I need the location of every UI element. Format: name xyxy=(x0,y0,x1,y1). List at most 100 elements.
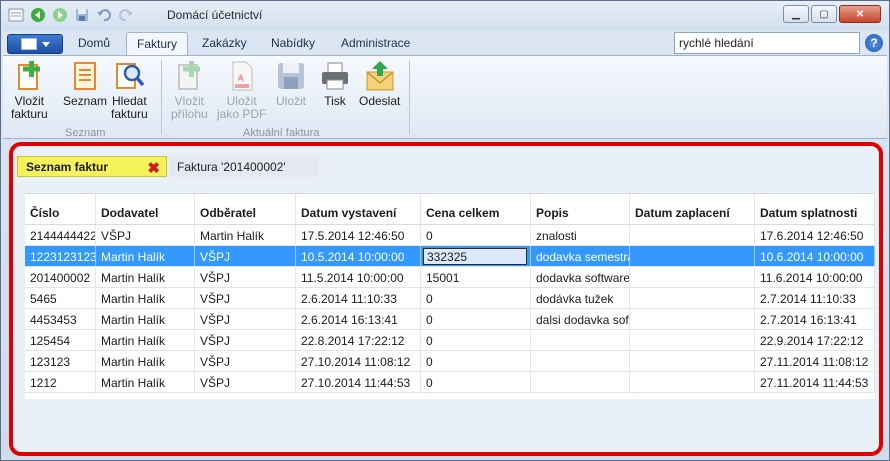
group-label-aktualni-faktura: Aktuální faktura xyxy=(243,127,320,139)
table-cell xyxy=(630,309,755,329)
send-label: Odeslat xyxy=(359,94,401,108)
table-cell: VŠPJ xyxy=(195,309,296,329)
column-header[interactable]: Datum splatnosti xyxy=(755,194,875,224)
doc-tab-label: Faktura '201400002' xyxy=(177,159,286,174)
table-row[interactable]: 201400002 Martin Halík VŠPJ 11.5.2014 10… xyxy=(25,267,875,288)
table-cell: 0 xyxy=(421,309,531,329)
table-cell: 15001 xyxy=(421,267,531,287)
chevron-down-icon xyxy=(41,41,50,47)
column-header[interactable]: Datum zaplacení xyxy=(630,194,755,224)
send-button[interactable]: Odeslat xyxy=(359,60,400,108)
maximize-icon[interactable]: ▢ xyxy=(811,5,837,23)
cell-editor-input[interactable]: 332325 xyxy=(423,248,527,265)
table-row[interactable]: 5465 Martin Halík VŠPJ 2.6.2014 11:10:33… xyxy=(25,288,875,309)
title-bar: Domácí účetnictví ▁ ▢ ✕ xyxy=(1,1,889,31)
save-icon xyxy=(278,63,304,89)
column-header[interactable]: Cena celkem xyxy=(421,194,531,224)
quick-access-toolbar xyxy=(7,6,135,24)
save-pdf-button[interactable]: Uložit jako PDF xyxy=(217,60,266,121)
save-label: Uložit xyxy=(275,94,306,108)
invoice-table: Číslo Dodavatel Odběratel Datum vystaven… xyxy=(25,193,875,399)
close-icon[interactable]: ✕ xyxy=(839,5,881,23)
table-cell: 0 xyxy=(421,330,531,350)
add-invoice-button[interactable]: Vložit fakturu xyxy=(11,60,48,121)
table-cell: VŠPJ xyxy=(195,246,296,266)
table-cell: Martin Halík xyxy=(96,309,195,329)
table-cell: 27.10.2014 11:08:12 xyxy=(296,351,421,371)
tab-zakazky[interactable]: Zakázky xyxy=(202,36,247,50)
doc-tab-invoice-list[interactable]: Seznam faktur ✖ xyxy=(17,156,167,177)
table-cell-editing[interactable]: 332325 xyxy=(421,246,531,266)
save-button[interactable]: Uložit xyxy=(275,60,307,108)
table-row[interactable]: 1212 Martin Halík VŠPJ 27.10.2014 11:44:… xyxy=(25,372,875,393)
table-cell: 2.7.2014 16:13:41 xyxy=(755,309,875,329)
save-icon[interactable] xyxy=(73,6,91,24)
table-cell: 2.6.2014 16:13:41 xyxy=(296,309,421,329)
doc-tab-invoice-detail[interactable]: Faktura '201400002' xyxy=(169,156,319,177)
search-invoice-icon xyxy=(116,63,145,89)
tab-domu[interactable]: Domů xyxy=(78,36,110,50)
table-cell: VŠPJ xyxy=(195,372,296,392)
search-invoice-label-2: fakturu xyxy=(111,107,148,121)
table-row[interactable]: 4453453 Martin Halík VŠPJ 2.6.2014 16:13… xyxy=(25,309,875,330)
redo-icon[interactable] xyxy=(117,6,135,24)
search-invoice-button[interactable]: Hledat fakturu xyxy=(111,60,148,121)
table-cell: Martin Halík xyxy=(96,288,195,308)
search-label: rychlé hledání xyxy=(679,36,754,50)
help-icon[interactable]: ? xyxy=(865,34,883,52)
add-attachment-label-2: přílohu xyxy=(171,107,208,121)
minimize-icon[interactable]: ▁ xyxy=(783,5,809,23)
table-cell: 2144444422 xyxy=(25,225,96,245)
forward-icon[interactable] xyxy=(51,6,69,24)
group-separator xyxy=(409,60,410,134)
ribbon-tab-bar: Domů Faktury Zakázky Nabídky Administrac… xyxy=(1,31,889,56)
column-header[interactable]: Číslo xyxy=(25,194,96,224)
table-cell: 4453453 xyxy=(25,309,96,329)
table-cell: 201400002 xyxy=(25,267,96,287)
close-tab-icon[interactable]: ✖ xyxy=(147,159,160,177)
print-button[interactable]: Tisk xyxy=(319,60,351,108)
tab-faktury[interactable]: Faktury xyxy=(126,32,189,56)
table-row[interactable]: 123123 Martin Halík VŠPJ 27.10.2014 11:0… xyxy=(25,351,875,372)
table-row[interactable]: 125454 Martin Halík VŠPJ 22.8.2014 17:22… xyxy=(25,330,875,351)
pdf-icon xyxy=(231,61,253,91)
table-row-selected[interactable]: 1223123123 Martin Halík VŠPJ 10.5.2014 1… xyxy=(25,246,875,267)
table-cell: VŠPJ xyxy=(195,330,296,350)
add-invoice-icon xyxy=(18,61,41,90)
document-area: Seznam faktur ✖ Faktura '201400002' Čísl… xyxy=(9,142,883,456)
table-cell xyxy=(630,372,755,392)
column-header[interactable]: Odběratel xyxy=(195,194,296,224)
table-cell: VŠPJ xyxy=(195,267,296,287)
list-button[interactable]: Seznam xyxy=(63,60,107,108)
table-cell: znalosti xyxy=(531,225,630,245)
table-row[interactable]: 2144444422 VŠPJ Martin Halík 17.5.2014 1… xyxy=(25,225,875,246)
add-attachment-button[interactable]: Vložit přílohu xyxy=(171,60,208,121)
table-cell: 10.5.2014 10:00:00 xyxy=(296,246,421,266)
send-mail-icon xyxy=(366,61,394,91)
table-cell: dodavka semestralky xyxy=(531,246,630,266)
back-icon[interactable] xyxy=(29,6,47,24)
column-header[interactable]: Datum vystavení xyxy=(296,194,421,224)
application-menu-button[interactable] xyxy=(7,34,63,54)
tab-nabidky[interactable]: Nabídky xyxy=(271,36,315,50)
app-logo-icon xyxy=(7,6,25,24)
search-input[interactable] xyxy=(763,35,857,51)
table-cell: 22.8.2014 17:22:12 xyxy=(296,330,421,350)
table-cell xyxy=(630,267,755,287)
table-cell: 0 xyxy=(421,288,531,308)
column-header[interactable]: Dodavatel xyxy=(96,194,195,224)
save-pdf-label-2: jako PDF xyxy=(217,107,267,121)
column-header[interactable]: Popis xyxy=(531,194,630,224)
table-cell: 27.11.2014 11:08:12 xyxy=(755,351,875,371)
table-cell: 1223123123 xyxy=(25,246,96,266)
table-cell xyxy=(630,330,755,350)
group-separator xyxy=(161,60,162,134)
table-cell: Martin Halík xyxy=(96,330,195,350)
table-cell: VŠPJ xyxy=(96,225,195,245)
tab-administrace[interactable]: Administrace xyxy=(341,36,410,50)
undo-icon[interactable] xyxy=(95,6,113,24)
table-cell: dodávka tužek xyxy=(531,288,630,308)
printer-icon xyxy=(322,62,348,90)
table-cell xyxy=(630,225,755,245)
table-cell: 10.6.2014 10:00:00 xyxy=(755,246,875,266)
